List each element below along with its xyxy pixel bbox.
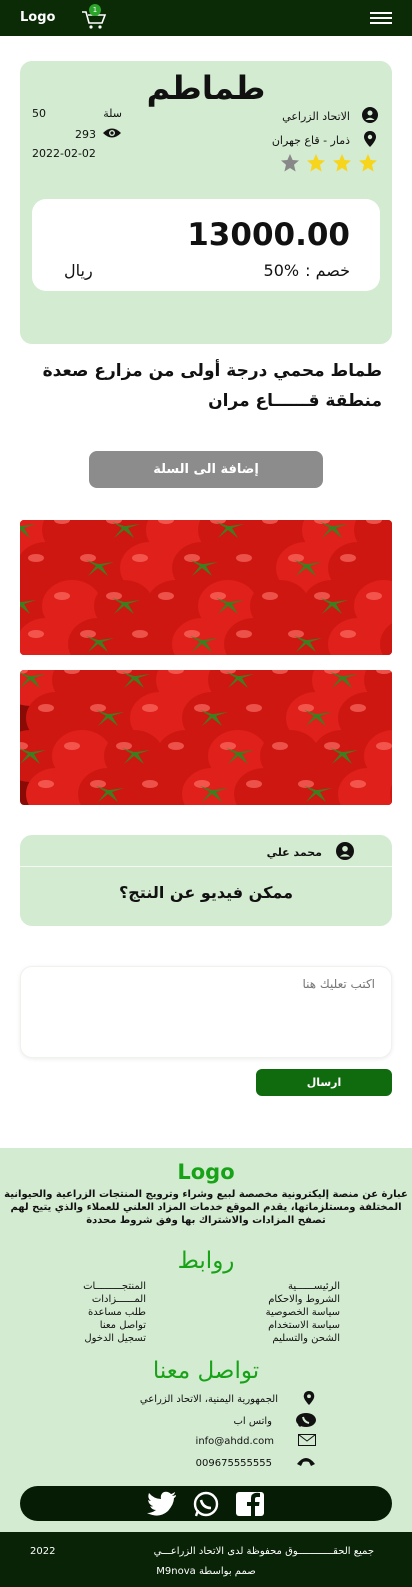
product-title: طماطم xyxy=(146,69,266,107)
comment-card: محمد علي ممكن فيديو عن النتج؟ xyxy=(20,835,392,926)
social-bar xyxy=(20,1486,392,1521)
price-value: 13000.00 xyxy=(187,217,350,253)
quantity-row: سلة 50 xyxy=(32,107,122,120)
hamburger-menu-icon[interactable] xyxy=(370,12,392,24)
header-logo[interactable]: Logo xyxy=(20,10,55,25)
cart-icon[interactable]: 1 xyxy=(80,4,108,30)
footer-link-terms[interactable]: الشروط والاحكام xyxy=(266,1293,340,1306)
discount-label: خصم : xyxy=(305,261,350,280)
comment-author: محمد علي xyxy=(266,846,322,859)
footer-links-left: المنتجـــــــــات المــــــزادات طلب مسا… xyxy=(56,1280,146,1345)
contact-title: تواصل معنا xyxy=(152,1358,260,1384)
location-text: ذمار - قاع جهران xyxy=(271,134,350,147)
star-empty-icon[interactable] xyxy=(280,153,300,173)
discount: خصم : 50% xyxy=(264,261,350,280)
views-row: 293 xyxy=(32,127,122,142)
product-description: طماط محمي درجة أولى من مزارع صعدة منطقة … xyxy=(42,361,382,411)
footer-logo[interactable]: Logo xyxy=(0,1160,412,1184)
whatsapp-text: واتس اب xyxy=(233,1416,272,1427)
footer-link-usage[interactable]: سياسة الاستخدام xyxy=(266,1319,340,1332)
location-row: ذمار - قاع جهران xyxy=(272,131,378,150)
price-box: 13000.00 خصم : 50% ريال xyxy=(32,199,380,291)
links-title: روابط xyxy=(177,1248,235,1274)
whatsapp-icon xyxy=(296,1412,316,1431)
contact-whatsapp[interactable]: واتس اب xyxy=(82,1412,316,1431)
comment-text: ممكن فيديو عن النتج؟ xyxy=(118,883,294,902)
whatsapp-icon[interactable] xyxy=(191,1491,221,1517)
footer-link-contact[interactable]: تواصل معنا xyxy=(56,1319,146,1332)
copyright-bar: جميع الحقــــــــــــوق محفوظة لدى الاتح… xyxy=(0,1532,412,1587)
rating-stars[interactable] xyxy=(280,153,378,173)
footer-link-auctions[interactable]: المــــــزادات xyxy=(56,1293,146,1306)
facebook-icon[interactable] xyxy=(235,1491,265,1517)
comment-input[interactable] xyxy=(20,966,392,1058)
product-date: 2022-02-02 xyxy=(32,147,96,160)
seller-name: الاتحاد الزراعي xyxy=(282,110,350,123)
divider xyxy=(20,866,392,867)
product-image-2[interactable] xyxy=(20,670,392,805)
currency: ريال xyxy=(64,261,93,280)
discount-value: 50% xyxy=(263,261,300,280)
quantity-value: 50 xyxy=(32,107,46,120)
phone-text: 009675555555 xyxy=(195,1458,272,1469)
cart-badge: 1 xyxy=(89,4,101,16)
star-filled-icon[interactable] xyxy=(358,153,378,173)
product-image-1[interactable] xyxy=(20,520,392,655)
send-comment-button[interactable]: ارسال xyxy=(256,1069,392,1096)
location-pin-icon xyxy=(302,1390,316,1409)
product-card: طماطم سلة 50 293 2022-02-02 الاتحاد الزر… xyxy=(20,61,392,344)
top-navbar: Logo 1 xyxy=(0,0,412,36)
contact-email[interactable]: info@ahdd.com xyxy=(84,1434,316,1449)
footer-about: عبارة عن منصة إليكترونية مخصصة لبيع وشرا… xyxy=(4,1189,408,1226)
contact-phone[interactable]: 009675555555 xyxy=(82,1456,316,1471)
copyright-year: 2022 xyxy=(30,1546,56,1557)
user-icon xyxy=(336,842,354,863)
footer: Logo عبارة عن منصة إليكترونية مخصصة لبيع… xyxy=(0,1148,412,1532)
location-pin-icon xyxy=(362,131,378,150)
quantity-unit: سلة xyxy=(103,107,122,120)
footer-link-login[interactable]: تسجيل الدخول xyxy=(56,1332,146,1345)
credit-text: صمم بواسطة M9nova xyxy=(156,1566,256,1577)
footer-links-right: الرئيســــــية الشروط والاحكام سياسة الخ… xyxy=(266,1280,340,1345)
email-icon xyxy=(298,1434,316,1449)
user-icon xyxy=(362,107,378,126)
twitter-icon[interactable] xyxy=(147,1491,177,1517)
star-filled-icon[interactable] xyxy=(306,153,326,173)
phone-icon xyxy=(296,1456,316,1471)
footer-link-help[interactable]: طلب مساعدة xyxy=(56,1306,146,1319)
comment-header: محمد علي xyxy=(267,842,354,863)
star-filled-icon[interactable] xyxy=(332,153,352,173)
views-count: 293 xyxy=(75,128,96,141)
email-text: info@ahdd.com xyxy=(195,1436,274,1447)
footer-link-privacy[interactable]: سياسة الخصوصية xyxy=(266,1306,340,1319)
eye-icon xyxy=(102,127,122,142)
add-to-cart-button[interactable]: إضافة الى السلة xyxy=(89,451,323,488)
seller-row: الاتحاد الزراعي xyxy=(282,107,378,126)
address-text: الجمهورية اليمنية، الاتحاد الزراعي xyxy=(139,1394,278,1405)
footer-link-products[interactable]: المنتجـــــــــات xyxy=(56,1280,146,1293)
contact-address: الجمهورية اليمنية، الاتحاد الزراعي xyxy=(88,1390,316,1409)
footer-link-home[interactable]: الرئيســــــية xyxy=(266,1280,340,1293)
footer-link-shipping[interactable]: الشحن والتسليم xyxy=(266,1332,340,1345)
rights-text: جميع الحقــــــــــــوق محفوظة لدى الاتح… xyxy=(153,1546,374,1557)
